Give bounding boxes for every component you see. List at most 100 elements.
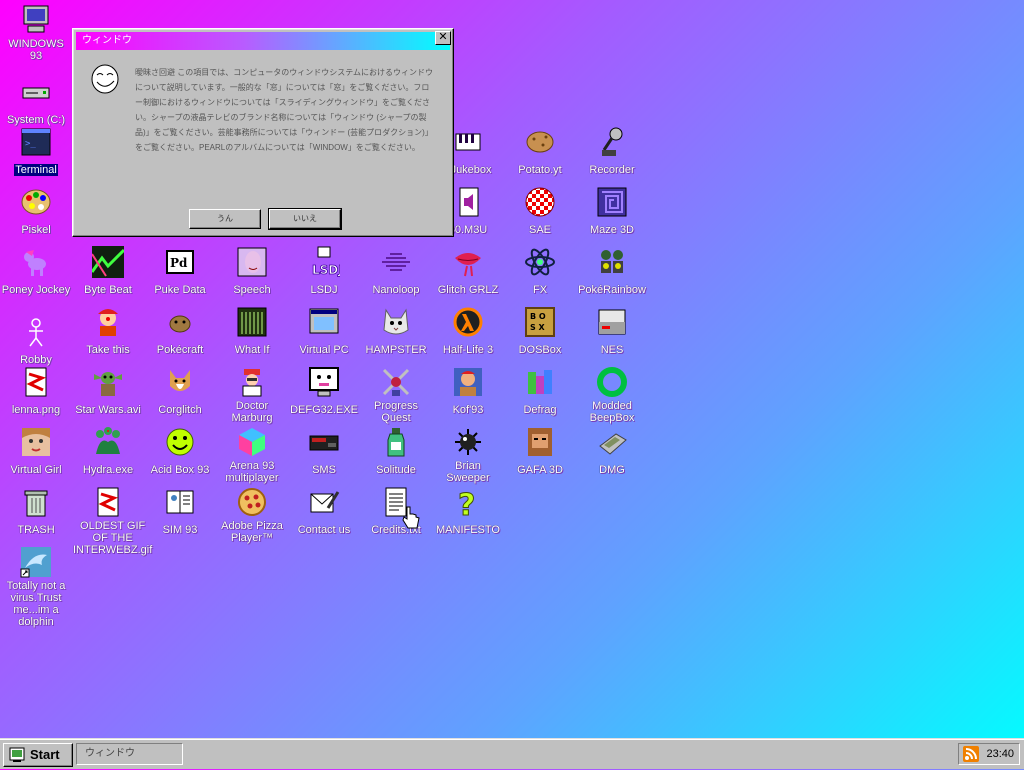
dialog-window[interactable]: ウィンドウ ✕ 曖昧さ回避 この項目では、コンピュータのウィンドウシステムにおけ… bbox=[72, 28, 454, 237]
icon-terminal[interactable]: >_ Terminal bbox=[0, 126, 72, 178]
icon-modded-beepbox[interactable]: Modded BeepBox bbox=[576, 366, 648, 426]
icon-oldest-gif[interactable]: OLDEST GIF OF THE INTERWEBZ.gif bbox=[72, 486, 152, 558]
icon-lsdj[interactable]: LSDJ LSDJ bbox=[288, 246, 360, 298]
icon-label: Puke Data bbox=[154, 284, 206, 296]
icon-fx[interactable]: FX bbox=[504, 246, 576, 298]
icon-pokerainbow[interactable]: PokéRainbow bbox=[576, 246, 648, 298]
icon-sms[interactable]: SMS bbox=[288, 426, 360, 478]
icon-label: Virtual PC bbox=[299, 344, 349, 356]
icon-poney-jockey[interactable]: Poney Jockey bbox=[0, 246, 72, 298]
icon-label: Hydra.exe bbox=[82, 464, 134, 476]
wave-icon bbox=[380, 246, 412, 278]
icon-recorder[interactable]: Recorder bbox=[576, 126, 648, 178]
dolphin-icon bbox=[20, 546, 52, 578]
icon-brian-sweeper[interactable]: Brian Sweeper bbox=[432, 426, 504, 486]
icon-nes[interactable]: NES bbox=[576, 306, 648, 358]
icon-corglitch[interactable]: Corglitch bbox=[144, 366, 216, 418]
icon-what-if[interactable]: What If bbox=[216, 306, 288, 358]
icon-dolphin[interactable]: Totally not a virus.Trust me...im a dolp… bbox=[0, 546, 72, 630]
trash-icon bbox=[20, 486, 52, 518]
icon-dmg[interactable]: DMG bbox=[576, 426, 648, 478]
icon-sim93[interactable]: SIM 93 bbox=[144, 486, 216, 538]
dialog-titlebar[interactable]: ウィンドウ bbox=[76, 32, 450, 50]
yoda-icon bbox=[92, 366, 124, 398]
icon-label: DMG bbox=[599, 464, 625, 476]
terminal-icon: >_ bbox=[20, 126, 52, 158]
troll-face-icon bbox=[89, 63, 121, 95]
icon-label: Piskel bbox=[21, 224, 51, 236]
icon-label: TRASH bbox=[17, 524, 55, 536]
icon-pokecraft[interactable]: Pokécraft bbox=[144, 306, 216, 358]
icon-virtual-pc[interactable]: Virtual PC bbox=[288, 306, 360, 358]
icon-puke-data[interactable]: Pd Puke Data bbox=[144, 246, 216, 298]
icon-label: Poney Jockey bbox=[1, 284, 71, 296]
icon-speech[interactable]: Speech bbox=[216, 246, 288, 298]
icon-dosbox[interactable]: B O S X DOSBox bbox=[504, 306, 576, 358]
icon-label: Totally not a virus.Trust me...im a dolp… bbox=[6, 580, 66, 628]
clock: 23:40 bbox=[986, 748, 1014, 760]
piano-icon bbox=[452, 126, 484, 158]
icon-defrag[interactable]: Defrag bbox=[504, 366, 576, 418]
icon-sae[interactable]: SAE bbox=[504, 186, 576, 238]
face-icon bbox=[20, 426, 52, 458]
icon-system-c[interactable]: System (C:) bbox=[0, 76, 72, 128]
icon-hydra[interactable]: Hydra.exe bbox=[72, 426, 144, 478]
ok-button[interactable]: うん bbox=[189, 209, 261, 229]
whatif-icon bbox=[236, 306, 268, 338]
icon-label: GAFA 3D bbox=[517, 464, 563, 476]
icon-label: Maze 3D bbox=[589, 224, 635, 236]
icon-piskel[interactable]: Piskel bbox=[0, 186, 72, 238]
icon-gafa3d[interactable]: GAFA 3D bbox=[504, 426, 576, 478]
icon-maze3d[interactable]: Maze 3D bbox=[576, 186, 648, 238]
icon-lenna[interactable]: lenna.png bbox=[0, 366, 72, 418]
icon-acid-box[interactable]: Acid Box 93 bbox=[144, 426, 216, 478]
icon-take-this[interactable]: Take this bbox=[72, 306, 144, 358]
icon-doctor-marburg[interactable]: Doctor Marburg bbox=[216, 366, 288, 426]
icon-robby[interactable]: Robby bbox=[0, 316, 72, 368]
icon-credits[interactable]: Credits.txt bbox=[360, 486, 432, 538]
svg-text:Pd: Pd bbox=[170, 256, 188, 270]
icon-label: DEFG32.EXE bbox=[290, 404, 358, 416]
pizza-icon bbox=[236, 486, 268, 518]
svg-text:>_: >_ bbox=[25, 139, 36, 149]
ball-icon bbox=[524, 186, 556, 218]
icon-label: Nanoloop bbox=[372, 284, 420, 296]
icon-arena93[interactable]: Arena 93 multiplayer bbox=[216, 426, 288, 486]
icon-nanoloop[interactable]: Nanoloop bbox=[360, 246, 432, 298]
icon-windows93[interactable]: WINDOWS 93 bbox=[0, 4, 72, 64]
lsdj-icon: LSDJ bbox=[308, 246, 340, 278]
taskbar-window-button[interactable]: ウィンドウ bbox=[76, 743, 183, 765]
ring-icon bbox=[596, 366, 628, 398]
icon-half-life3[interactable]: Half-Life 3 bbox=[432, 306, 504, 358]
icon-progress-quest[interactable]: Progress Quest bbox=[360, 366, 432, 426]
icon-contact-us[interactable]: Contact us bbox=[288, 486, 360, 538]
icon-manifesto[interactable]: ? MANIFESTO bbox=[432, 486, 504, 538]
no-button[interactable]: いいえ bbox=[268, 208, 342, 230]
icon-solitude[interactable]: Solitude bbox=[360, 426, 432, 478]
icon-glitch-grlz[interactable]: Glitch GRLZ bbox=[432, 246, 504, 298]
icon-byte-beat[interactable]: Byte Beat bbox=[72, 246, 144, 298]
icon-label: DOSBox bbox=[518, 344, 562, 356]
close-button[interactable]: ✕ bbox=[435, 31, 451, 45]
system-tray: 23:40 bbox=[958, 743, 1020, 765]
icon-hampster[interactable]: HAMPSTER bbox=[360, 306, 432, 358]
icon-label: SMS bbox=[312, 464, 336, 476]
start-button[interactable]: Start bbox=[3, 743, 73, 767]
icon-virtual-girl[interactable]: Virtual Girl bbox=[0, 426, 72, 478]
icon-label: System (C:) bbox=[6, 114, 66, 126]
icon-label: Star Wars.avi bbox=[75, 404, 141, 416]
icon-label: Progress Quest bbox=[373, 400, 419, 424]
icon-label: Brian Sweeper bbox=[446, 460, 490, 484]
icon-star-wars[interactable]: Star Wars.avi bbox=[72, 366, 144, 418]
icon-trash[interactable]: TRASH bbox=[0, 486, 72, 538]
icon-adobe-pizza[interactable]: Adobe Pizza Player™ bbox=[216, 486, 288, 546]
icon-potato[interactable]: Potato.yt bbox=[504, 126, 576, 178]
icon-kof93[interactable]: Kof'93 bbox=[432, 366, 504, 418]
icon-defg32[interactable]: DEFG32.EXE bbox=[288, 366, 360, 418]
icon-label: Potato.yt bbox=[518, 164, 562, 176]
soldier-icon bbox=[524, 426, 556, 458]
lambda-icon bbox=[452, 306, 484, 338]
icon-label: Contact us bbox=[297, 524, 351, 536]
icon-label: Terminal bbox=[14, 164, 58, 176]
rss-icon[interactable] bbox=[963, 746, 979, 762]
